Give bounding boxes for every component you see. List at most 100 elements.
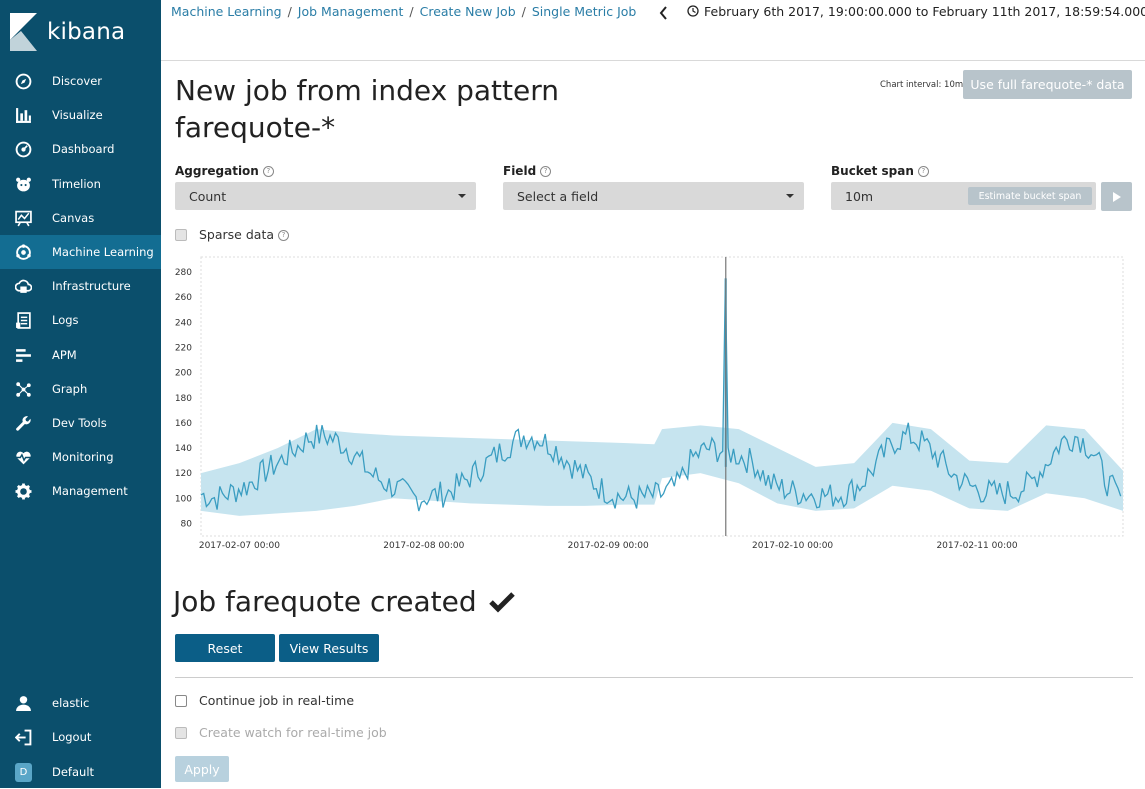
x-tick-label: 2017-02-11 00:00 — [936, 541, 1017, 551]
help-icon[interactable]: ? — [262, 166, 274, 177]
sidebar-item-label: Canvas — [52, 211, 95, 225]
create-watch-checkbox[interactable] — [175, 727, 187, 739]
help-icon[interactable]: ? — [917, 166, 929, 177]
sidebar-item-machine-learning[interactable]: Machine Learning — [0, 235, 161, 269]
create-watch-label: Create watch for real-time job — [199, 725, 387, 740]
help-icon[interactable]: ? — [278, 230, 289, 241]
chevron-down-icon — [786, 194, 794, 198]
sidebar-item-dev-tools[interactable]: Dev Tools — [0, 406, 161, 440]
breadcrumb-separator: / — [409, 4, 414, 19]
x-tick-label: 2017-02-10 00:00 — [752, 541, 833, 551]
sidebar-item-label: APM — [52, 348, 77, 362]
sparse-data-label: Sparse data? — [199, 227, 289, 242]
y-tick-label: 280 — [175, 268, 192, 278]
gear-icon — [15, 483, 32, 500]
sidebar-item-label: Dashboard — [52, 142, 115, 156]
x-tick-label: 2017-02-07 00:00 — [199, 541, 280, 551]
help-icon[interactable]: ? — [540, 166, 552, 177]
play-icon — [1112, 191, 1121, 202]
continue-realtime-label: Continue job in real-time — [199, 693, 355, 708]
sidebar-item-label: Infrastructure — [52, 279, 131, 293]
sparse-data-checkbox[interactable] — [175, 229, 187, 241]
sidebar-item-dashboard[interactable]: Dashboard — [0, 132, 161, 166]
sidebar-item-timelion[interactable]: Timelion — [0, 167, 161, 201]
sidebar-item-label: Machine Learning — [52, 245, 154, 259]
space-avatar-letter: D — [15, 762, 32, 782]
continue-realtime-checkbox[interactable] — [175, 695, 187, 707]
sidebar-item-management[interactable]: Management — [0, 474, 161, 508]
sidebar-item-visualize[interactable]: Visualize — [0, 98, 161, 132]
job-created-title: Job farequote created — [173, 585, 515, 618]
sidebar-item-label: Visualize — [52, 108, 103, 122]
space-avatar: D — [15, 762, 32, 782]
job-chart: 80 100 120 140 160 180 200 220 240 260 280 2017-02-… — [168, 253, 1133, 558]
sparse-data-label-text: Sparse data — [199, 227, 274, 242]
y-tick-label: 100 — [175, 494, 192, 504]
apply-button[interactable]: Apply — [175, 756, 229, 782]
infrastructure-icon — [15, 278, 32, 295]
top-bar: Machine Learning / Job Management / Create N… — [161, 0, 1145, 61]
y-tick-label: 260 — [175, 293, 192, 303]
estimate-bucket-span-button[interactable]: Estimate bucket span — [968, 187, 1092, 205]
play-button[interactable] — [1101, 182, 1132, 211]
sidebar-item-user[interactable]: elastic — [0, 686, 161, 720]
breadcrumb-item[interactable]: Machine Learning — [171, 4, 282, 19]
sidebar-item-label: Discover — [52, 74, 103, 88]
kibana-logo[interactable]: kibana — [10, 12, 125, 52]
use-full-data-button[interactable]: Use full farequote-* data — [963, 70, 1132, 99]
aggregation-select[interactable]: Count — [175, 182, 476, 210]
timelion-icon — [15, 176, 32, 193]
clock-icon — [687, 5, 699, 17]
bucket-span-label: Bucket span? — [831, 164, 929, 178]
sidebar-item-monitoring[interactable]: Monitoring — [0, 440, 161, 474]
field-select[interactable]: Select a field — [503, 182, 804, 210]
field-value: Select a field — [517, 188, 599, 204]
sidebar-item-label: Logs — [52, 313, 79, 327]
machine-learning-icon — [15, 243, 32, 261]
sidebar-item-space[interactable]: D Default — [0, 755, 161, 789]
y-tick-label: 180 — [175, 394, 192, 404]
sidebar-item-apm[interactable]: APM — [0, 338, 161, 372]
job-created-text: Job farequote created — [173, 585, 477, 618]
x-tick-label: 2017-02-08 00:00 — [383, 541, 464, 551]
sidebar-item-label: elastic — [52, 696, 90, 710]
sidebar-item-label: Default — [52, 765, 95, 779]
breadcrumb-separator: / — [287, 4, 292, 19]
sidebar-item-label: Logout — [52, 730, 92, 744]
divider — [175, 677, 1133, 678]
chart-svg: 80 100 120 140 160 180 200 220 240 260 280 2017-02-… — [175, 256, 1124, 551]
y-tick-label: 220 — [175, 343, 192, 353]
sidebar-item-discover[interactable]: Discover — [0, 64, 161, 98]
sidebar-item-canvas[interactable]: Canvas — [0, 201, 161, 235]
graph-icon — [15, 381, 32, 398]
chevron-down-icon — [458, 194, 466, 198]
time-range-picker[interactable]: February 6th 2017, 19:00:00.000 to Febru… — [704, 4, 1145, 19]
page-title: New job from index pattern farequote-* — [175, 74, 560, 144]
sidebar-item-graph[interactable]: Graph — [0, 372, 161, 406]
dashboard-icon — [15, 141, 32, 158]
wrench-icon — [15, 415, 32, 432]
canvas-icon — [15, 210, 32, 227]
view-results-button[interactable]: View Results — [279, 634, 379, 662]
y-tick-label: 140 — [175, 444, 192, 454]
y-tick-label: 240 — [175, 318, 192, 328]
field-label: Field? — [503, 164, 552, 178]
breadcrumb-item[interactable]: Job Management — [298, 4, 404, 19]
sidebar-item-logout[interactable]: Logout — [0, 720, 161, 754]
breadcrumb-item[interactable]: Single Metric Job — [532, 4, 637, 19]
compass-icon — [15, 73, 32, 90]
sidebar-item-label: Graph — [52, 382, 88, 396]
breadcrumb-separator: / — [521, 4, 526, 19]
reset-button[interactable]: Reset — [175, 634, 275, 662]
sidebar: kibana Discover Visualize Dashboard Time… — [0, 0, 161, 788]
logs-icon — [15, 311, 32, 329]
bucket-span-label-text: Bucket span — [831, 164, 914, 178]
y-tick-label: 80 — [181, 519, 193, 529]
sidebar-item-logs[interactable]: Logs — [0, 303, 161, 337]
field-label-text: Field — [503, 164, 537, 178]
y-tick-label: 160 — [175, 419, 192, 429]
breadcrumb-item[interactable]: Create New Job — [420, 4, 516, 19]
y-tick-label: 120 — [175, 469, 192, 479]
sidebar-item-infrastructure[interactable]: Infrastructure — [0, 269, 161, 303]
chevron-left-icon[interactable] — [659, 6, 669, 20]
